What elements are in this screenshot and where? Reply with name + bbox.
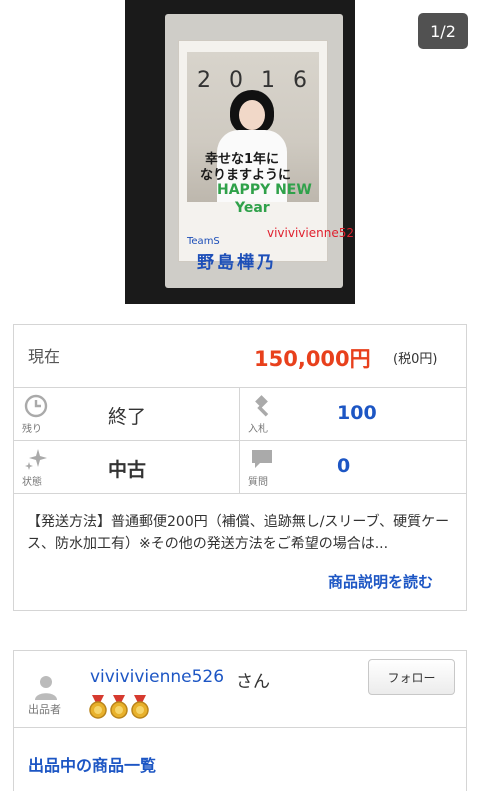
price-row: 現在 150,000円 (税0円) (14, 325, 466, 388)
photo-year-text: 2016 (197, 68, 325, 93)
photo-message-line2: なりますように (200, 168, 292, 183)
gold-medal-icon (131, 695, 149, 719)
image-counter: 1/2 (418, 13, 468, 49)
shipping-description: 【発送方法】普通郵便200円（補償、追跡無し/スリーブ、硬質ケース、防水加工有）… (27, 514, 450, 552)
time-left-value: 終了 (108, 406, 147, 428)
photo-signature: 野島樺乃 (197, 253, 277, 273)
price-tax: (税0円) (393, 352, 438, 367)
clock-icon (24, 394, 48, 418)
seller-header: 出品者 vivivivienne526 さん フォロー (14, 651, 466, 728)
bids-cell[interactable]: 入札 100 (240, 388, 466, 441)
gold-medal-icon (110, 695, 128, 719)
portrait-face (239, 100, 265, 130)
questions-caption: 質問 (248, 477, 268, 488)
seller-name-link[interactable]: vivivivienne526 (90, 667, 224, 687)
photo-watermark: vivivivienne526 (267, 226, 355, 240)
auction-info-card: 現在 150,000円 (税0円) 残り 終了 入札 100 状態 中古 質問 … (13, 324, 467, 611)
read-description-link[interactable]: 商品説明を読む (328, 571, 433, 592)
sparkle-icon (25, 449, 47, 470)
condition-cell: 状態 中古 (14, 441, 240, 494)
user-avatar-icon (35, 676, 57, 700)
condition-value: 中古 (108, 459, 147, 481)
gold-medal-icon (89, 695, 107, 719)
price-label: 現在 (28, 347, 61, 366)
questions-cell[interactable]: 質問 0 (240, 441, 466, 494)
seller-rating-medals (88, 695, 150, 719)
image-gallery[interactable]: 2016 幸せな1年に なりますように HAPPY NEW Year TeamS… (0, 0, 480, 310)
questions-value[interactable]: 0 (337, 455, 350, 477)
seller-card: 出品者 vivivivienne526 さん フォロー 出品中の商品一覧 (13, 650, 467, 791)
photo-greeting-line2: Year (235, 200, 270, 216)
follow-button[interactable]: フォロー (368, 659, 455, 695)
item-photo[interactable]: 2016 幸せな1年に なりますように HAPPY NEW Year TeamS… (125, 0, 355, 304)
photo-team-text: TeamS (187, 236, 220, 247)
seller-items-link[interactable]: 出品中の商品一覧 (28, 752, 156, 776)
gavel-icon (255, 395, 269, 417)
price-value: 150,000円 (254, 347, 371, 371)
bids-value[interactable]: 100 (337, 402, 377, 424)
bids-caption: 入札 (248, 424, 268, 435)
seller-honorific: さん (236, 672, 270, 692)
chat-bubble-icon (252, 450, 272, 468)
photo-greeting-line1: HAPPY NEW (217, 182, 312, 198)
time-left-caption: 残り (22, 424, 42, 435)
time-left-cell: 残り 終了 (14, 388, 240, 441)
seller-caption: 出品者 (28, 703, 61, 716)
condition-caption: 状態 (22, 477, 42, 488)
